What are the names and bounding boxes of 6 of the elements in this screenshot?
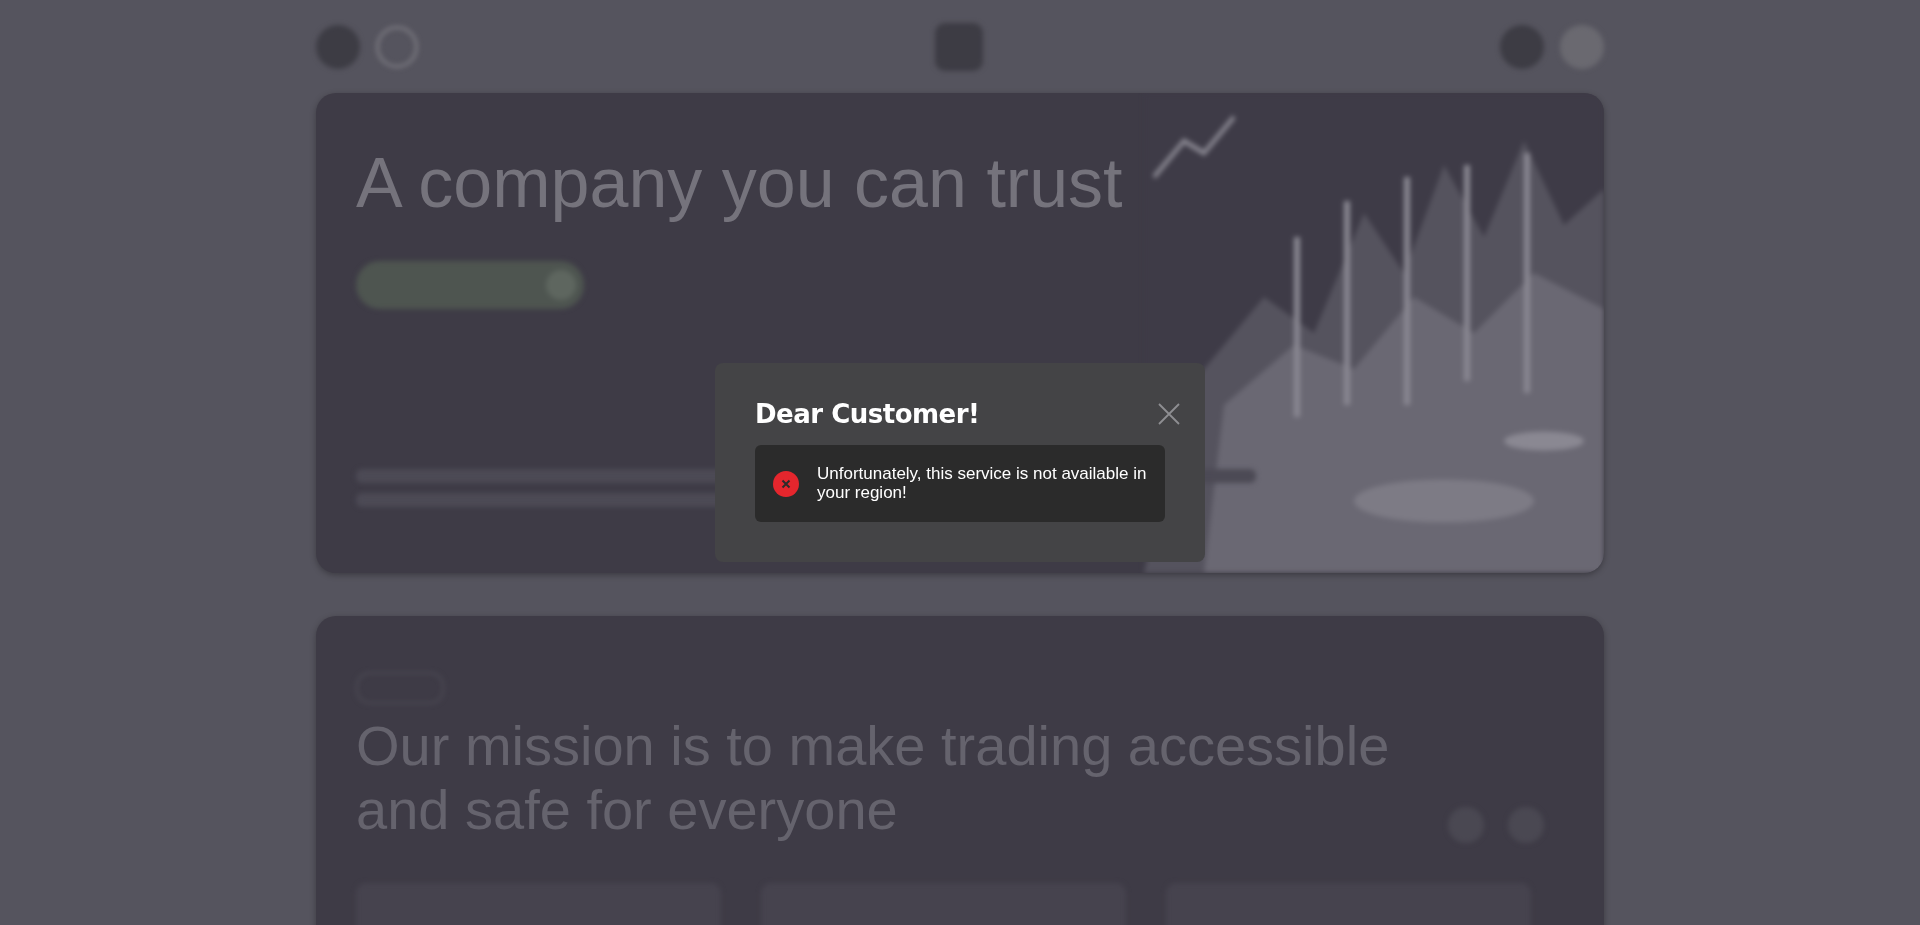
cta-button[interactable] [356, 261, 584, 309]
error-icon [773, 470, 799, 497]
alert-message: Unfortunately, this service is not available in your region! [817, 464, 1147, 503]
modal-title: Dear Customer! [755, 398, 980, 429]
hero-title: A company you can trust [356, 143, 1124, 223]
close-icon[interactable] [1157, 401, 1181, 426]
